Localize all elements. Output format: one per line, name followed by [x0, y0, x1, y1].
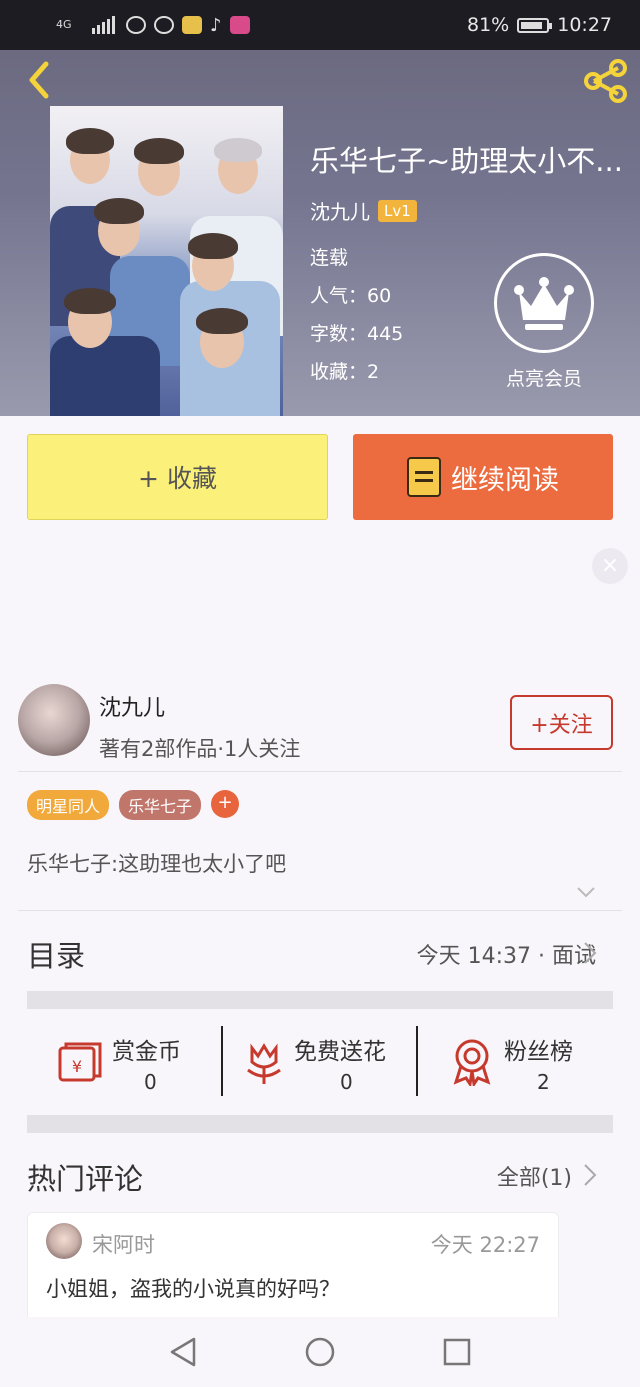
- comment-card[interactable]: 宋阿时 今天 22:27 小姐姐，盗我的小说真的好吗？: [27, 1212, 559, 1322]
- tag-list: 明星同人 乐华七子 +: [27, 790, 240, 820]
- author-info: 著有2部作品·1人关注: [99, 737, 301, 761]
- close-ad-button[interactable]: ×: [592, 548, 628, 584]
- favorite-count: 收藏：2: [310, 361, 380, 383]
- level-badge: Lv1: [378, 199, 417, 222]
- tag-item[interactable]: 乐华七子: [119, 790, 202, 820]
- battery-percent: 81%: [467, 14, 510, 36]
- app-notification-icon: [182, 16, 202, 34]
- chevron-right-icon[interactable]: [582, 940, 598, 966]
- book-header: 乐华七子~助理太小不... 沈九儿 Lv1 连载 人气：60 字数：445 收藏…: [0, 50, 640, 416]
- divider: [416, 1026, 418, 1096]
- browser-icon: [154, 16, 174, 34]
- hot-comments-title: 热门评论: [27, 1162, 144, 1196]
- svg-text:¥: ¥: [72, 1057, 82, 1076]
- stat-label: 免费送花: [294, 1039, 386, 1065]
- comment-text: 小姐姐，盗我的小说真的好吗？: [46, 1277, 340, 1301]
- book-description: 乐华七子:这助理也太小了吧: [27, 852, 287, 876]
- continue-reading-label: 继续阅读: [451, 464, 559, 496]
- stat-free-flowers[interactable]: 免费送花 0: [244, 1030, 414, 1094]
- signal-icon: [92, 16, 115, 34]
- medal-icon: [453, 1039, 491, 1086]
- stat-reward-coins[interactable]: ¥ 赏金币 0: [56, 1030, 216, 1094]
- toc-latest-chapter[interactable]: 今天 14:37 · 面试: [417, 938, 596, 970]
- stat-value: 0: [340, 1070, 353, 1094]
- stat-value: 2: [537, 1070, 550, 1094]
- battery-icon: [517, 17, 553, 33]
- hotspot-icon: [126, 16, 146, 34]
- toc-title[interactable]: 目录: [27, 933, 85, 975]
- popularity: 人气：60: [310, 285, 392, 307]
- commenter-name[interactable]: 宋阿时: [92, 1229, 155, 1259]
- tag-item[interactable]: 明星同人: [27, 790, 110, 820]
- continue-reading-button[interactable]: 继续阅读: [353, 434, 613, 520]
- nav-recents-icon[interactable]: [440, 1335, 474, 1369]
- commenter-avatar[interactable]: [46, 1223, 82, 1259]
- vip-crown-button[interactable]: [494, 253, 594, 353]
- stat-label: 粉丝榜: [504, 1039, 573, 1065]
- comment-time: 今天 22:27: [430, 1233, 540, 1257]
- red-envelope-icon: ¥: [58, 1042, 102, 1082]
- divider: [18, 910, 622, 911]
- divider: [221, 1026, 223, 1096]
- clock: 10:27: [557, 14, 612, 36]
- flower-icon: [247, 1043, 281, 1084]
- follow-button[interactable]: +关注: [510, 695, 613, 750]
- nav-back-icon[interactable]: [166, 1335, 200, 1369]
- back-icon[interactable]: [20, 60, 60, 100]
- author-card-name[interactable]: 沈九儿: [99, 690, 165, 722]
- stat-label: 赏金币: [112, 1039, 181, 1065]
- tiktok-icon: ♪: [210, 14, 222, 36]
- stat-fan-ranking[interactable]: 粉丝榜 2: [452, 1030, 592, 1094]
- vip-label[interactable]: 点亮会员: [494, 364, 594, 391]
- chevron-down-icon[interactable]: [576, 882, 596, 902]
- section-separator: [27, 991, 613, 1009]
- author-avatar[interactable]: [18, 684, 90, 756]
- author-name[interactable]: 沈九儿: [310, 196, 370, 225]
- author-row: 沈九儿 Lv1: [310, 196, 417, 225]
- status-bar: 4G ♪ 81% 10:27: [0, 0, 640, 50]
- all-comments-link[interactable]: 全部(1): [497, 1160, 572, 1192]
- book-cover[interactable]: [50, 106, 283, 416]
- network-indicator: 4G: [56, 18, 72, 31]
- stat-value: 0: [144, 1070, 157, 1094]
- system-nav-bar: [0, 1317, 640, 1387]
- section-separator: [27, 1115, 613, 1133]
- share-icon[interactable]: [580, 58, 630, 104]
- nav-home-icon[interactable]: [303, 1335, 337, 1369]
- serial-status: 连载: [310, 247, 349, 269]
- chevron-right-icon[interactable]: [582, 1162, 598, 1188]
- add-tag-button[interactable]: +: [211, 790, 240, 818]
- crown-icon: [514, 277, 574, 330]
- video-app-icon: [229, 16, 250, 34]
- divider: [18, 771, 622, 772]
- book-title: 乐华七子~助理太小不...: [310, 144, 623, 178]
- word-count: 字数：445: [310, 323, 404, 345]
- add-favorite-button[interactable]: + 收藏: [27, 434, 328, 520]
- book-icon: [407, 457, 441, 497]
